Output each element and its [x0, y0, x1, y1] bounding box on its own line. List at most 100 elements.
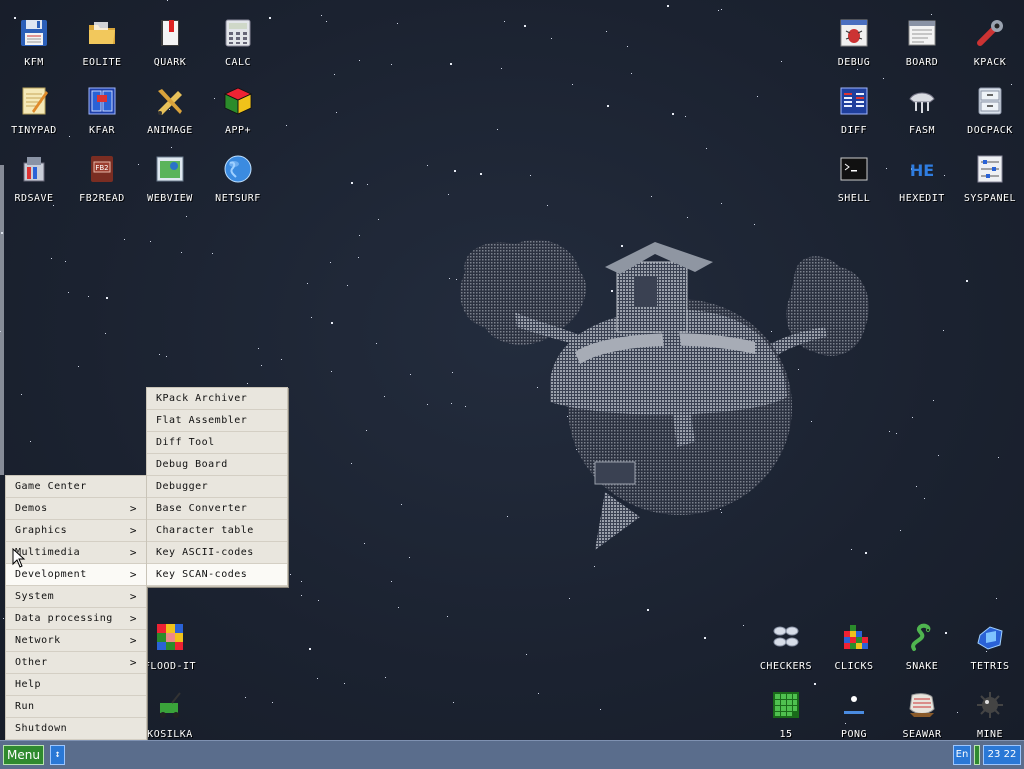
star — [330, 262, 331, 263]
star — [916, 486, 917, 487]
menu-item-label: Run — [15, 701, 35, 712]
desktop-icon-snake[interactable]: SNAKE — [890, 613, 954, 677]
star — [384, 396, 385, 397]
menu-item-shutdown[interactable]: Shutdown — [6, 718, 146, 740]
desktop-icon-label: NETSURF — [215, 193, 261, 204]
star — [966, 280, 968, 282]
flood-it-icon — [154, 621, 186, 653]
menu-item-help[interactable]: Help — [6, 674, 146, 696]
desktop-icon-15[interactable]: 15 — [754, 681, 818, 740]
star — [410, 374, 411, 375]
floppy-icon — [18, 17, 50, 49]
desktop-icon-eolite[interactable]: EOLITE — [70, 9, 134, 73]
star — [321, 15, 322, 16]
menu-item-game-center[interactable]: Game Center — [6, 476, 146, 498]
desktop-icon-fb2read[interactable]: FB2 FB2READ — [70, 145, 134, 209]
desktop-icon-debug[interactable]: DEBUG — [822, 9, 886, 73]
star — [600, 709, 601, 710]
window-switch-button[interactable]: ↕ — [50, 745, 65, 765]
star — [547, 205, 548, 206]
star — [504, 21, 505, 22]
menu-item-development[interactable]: Development > — [6, 564, 146, 586]
desktop-icon-kpack[interactable]: KPACK — [958, 9, 1022, 73]
submenu-item-diff-tool[interactable]: Diff Tool — [147, 432, 287, 454]
desktop-icon-quark[interactable]: QUARK — [138, 9, 202, 73]
desktop-icon-tinypad[interactable]: TINYPAD — [2, 77, 66, 141]
desktop-icon-calc[interactable]: CALC — [206, 9, 270, 73]
desktop-icon-app-[interactable]: APP+ — [206, 77, 270, 141]
desktop-icon-kfm[interactable]: KFM — [2, 9, 66, 73]
desktop-icon-kosilka[interactable]: KOSILKA — [138, 681, 202, 740]
submenu-item-debugger[interactable]: Debugger — [147, 476, 287, 498]
desktop-icon-label: MINE — [976, 729, 1004, 740]
desktop-icon-hexedit[interactable]: HE HEXEDIT — [890, 145, 954, 209]
star — [3, 618, 4, 619]
submenu-item-kpack-archiver[interactable]: KPack Archiver — [147, 388, 287, 410]
submenu-item-debug-board[interactable]: Debug Board — [147, 454, 287, 476]
star — [524, 25, 526, 27]
desktop-icon-clicks[interactable]: CLICKS — [822, 613, 886, 677]
taskbar: Menu ↕ En 23 22 — [0, 740, 1024, 769]
menu-item-graphics[interactable]: Graphics > — [6, 520, 146, 542]
menu-item-demos[interactable]: Demos > — [6, 498, 146, 520]
menu-item-label: Data processing — [15, 613, 113, 624]
star — [572, 84, 573, 85]
star — [245, 697, 246, 698]
main-menu: Game Center Demos > Graphics > Multimedia > Dev… — [5, 475, 147, 740]
star — [344, 683, 345, 684]
star — [924, 498, 925, 499]
menu-item-network[interactable]: Network > — [6, 630, 146, 652]
desktop-icon-flood-it[interactable]: FLOOD-IT — [138, 613, 202, 677]
clock[interactable]: 23 22 — [983, 745, 1021, 765]
star — [318, 600, 319, 601]
desktop-icon-board[interactable]: BOARD — [890, 9, 954, 73]
desktop-icon-rdsave[interactable]: RDSAVE — [2, 145, 66, 209]
star — [538, 693, 539, 694]
star — [454, 170, 456, 172]
desktop-icon-syspanel[interactable]: SYSPANEL — [958, 145, 1022, 209]
desktop-icon-netsurf[interactable]: NETSURF — [206, 145, 270, 209]
webview-icon — [154, 153, 186, 185]
fifteen-icon — [770, 689, 802, 721]
desktop-icon-kfar[interactable]: KFAR — [70, 77, 134, 141]
desktop-icon-diff[interactable]: DIFF — [822, 77, 886, 141]
cabinet-icon — [974, 85, 1006, 117]
star — [912, 417, 913, 418]
star — [718, 10, 719, 11]
star — [526, 654, 527, 655]
desktop-icon-pong[interactable]: PONG — [822, 681, 886, 740]
desktop-icon-tetris[interactable]: TETRIS — [958, 613, 1022, 677]
star — [366, 430, 367, 431]
desktop-icon-animage[interactable]: ANIMAGE — [138, 77, 202, 141]
menu-item-system[interactable]: System > — [6, 586, 146, 608]
submenu-item-base-converter[interactable]: Base Converter — [147, 498, 287, 520]
submenu-item-key-ascii-codes[interactable]: Key ASCII-codes — [147, 542, 287, 564]
desktop-icon-checkers[interactable]: CHECKERS — [754, 613, 818, 677]
star — [754, 224, 755, 225]
menu-item-run[interactable]: Run — [6, 696, 146, 718]
star — [261, 365, 262, 366]
menu-item-label: Graphics — [15, 525, 68, 536]
submenu-item-key-scan-codes[interactable]: Key SCAN-codes — [147, 564, 287, 586]
star — [376, 343, 377, 344]
svg-text:HE: HE — [910, 161, 934, 180]
menu-button[interactable]: Menu — [3, 745, 44, 765]
menu-item-label: Demos — [15, 503, 48, 514]
desktop-icon-seawar[interactable]: SEAWAR — [890, 681, 954, 740]
desktop-icon-mine[interactable]: MINE — [958, 681, 1022, 740]
star — [480, 173, 482, 175]
desktop-icon-shell[interactable]: SHELL — [822, 145, 886, 209]
desktop-icon-fasm[interactable]: FASM — [890, 77, 954, 141]
menu-item-multimedia[interactable]: Multimedia > — [6, 542, 146, 564]
menu-item-data-processing[interactable]: Data processing > — [6, 608, 146, 630]
desktop-icon-docpack[interactable]: DOCPACK — [958, 77, 1022, 141]
star — [757, 96, 758, 97]
language-indicator[interactable]: En — [953, 745, 971, 765]
submenu-item-character-table[interactable]: Character table — [147, 520, 287, 542]
notepad-icon — [18, 85, 50, 117]
submenu-item-flat-assembler[interactable]: Flat Assembler — [147, 410, 287, 432]
desktop-icon-webview[interactable]: WEBVIEW — [138, 145, 202, 209]
folder-icon — [86, 17, 118, 49]
star — [943, 330, 944, 331]
menu-item-other[interactable]: Other > — [6, 652, 146, 674]
